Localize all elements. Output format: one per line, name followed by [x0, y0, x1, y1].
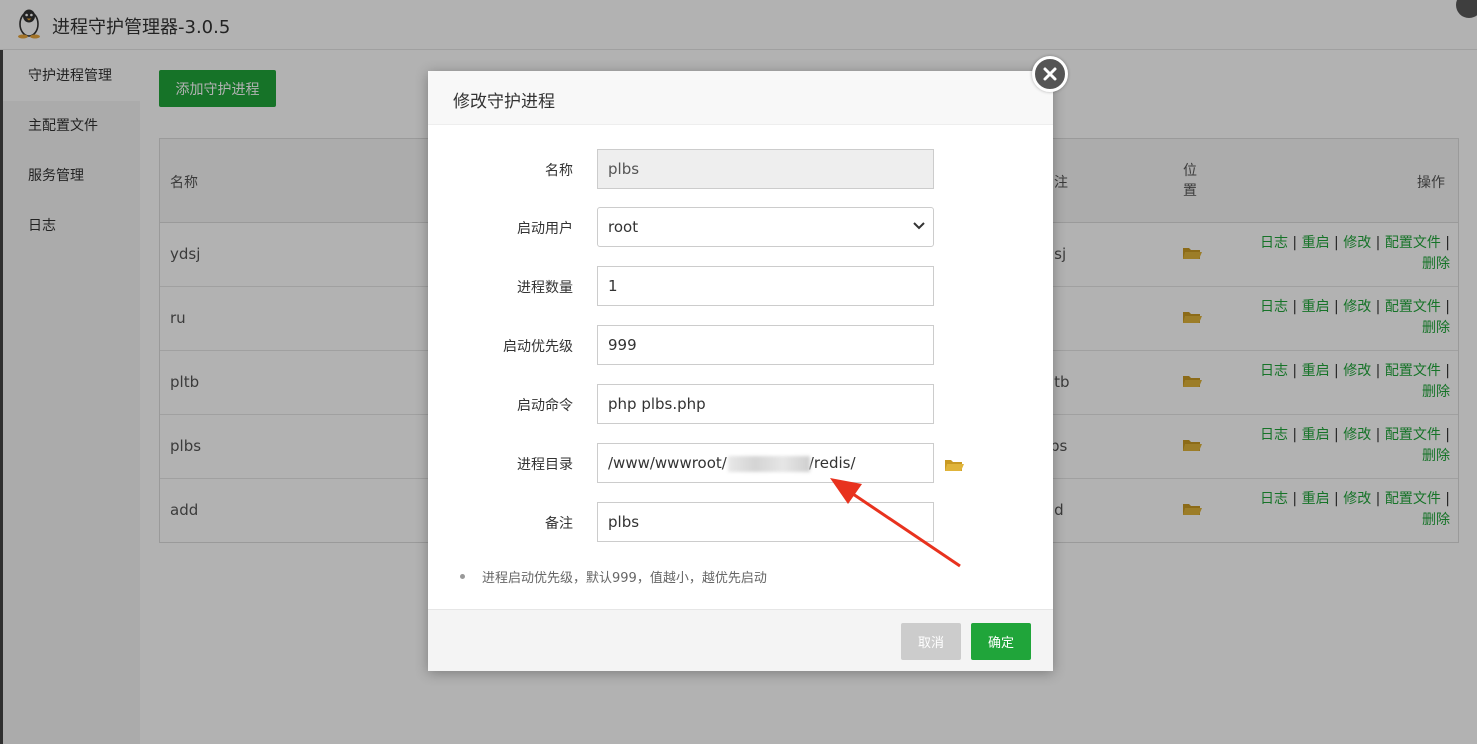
tip-text: 进程启动优先级，默认999，值越小，越优先启动 [482, 571, 767, 586]
dir-field[interactable]: /www/wwwroot/ /redis/ [597, 443, 934, 483]
chevron-down-icon [913, 222, 925, 230]
dialog-close-button[interactable] [1032, 56, 1068, 92]
remark-field[interactable]: plbs [597, 502, 934, 542]
priority-label: 启动优先级 [503, 339, 573, 355]
dialog-footer: 取消 确定 [428, 609, 1053, 671]
count-label: 进程数量 [517, 280, 573, 296]
name-field: plbs [597, 149, 934, 189]
dialog-header: 修改守护进程 [428, 71, 1053, 125]
command-label: 启动命令 [517, 398, 573, 414]
bullet-icon [460, 574, 465, 579]
folder-icon[interactable] [944, 457, 964, 473]
edit-daemon-dialog: 修改守护进程 名称 plbs 启动用户 root 进程数量 1 启动优先级 99… [428, 71, 1053, 671]
count-field[interactable]: 1 [597, 266, 934, 306]
remark-label: 备注 [545, 516, 573, 532]
user-select-value: root [608, 218, 639, 236]
cancel-button[interactable]: 取消 [901, 623, 961, 660]
user-label: 启动用户 [517, 221, 573, 237]
redacted-blur [728, 456, 810, 472]
priority-field[interactable]: 999 [597, 325, 934, 365]
dir-label: 进程目录 [517, 457, 573, 473]
confirm-button[interactable]: 确定 [971, 623, 1031, 660]
close-icon [1043, 67, 1057, 81]
dir-suffix: /redis/ [808, 454, 856, 472]
name-label: 名称 [545, 163, 573, 179]
dir-prefix: /www/wwwroot/ [608, 454, 727, 472]
user-select[interactable]: root [597, 207, 934, 247]
dialog-title: 修改守护进程 [453, 92, 555, 112]
command-field[interactable]: php plbs.php [597, 384, 934, 424]
priority-tip: 进程启动优先级，默认999，值越小，越优先启动 [460, 567, 767, 586]
